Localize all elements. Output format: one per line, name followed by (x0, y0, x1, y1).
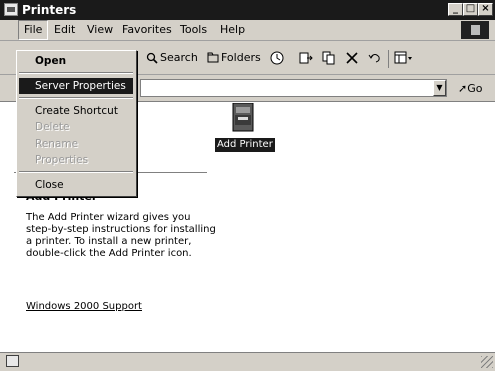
menu-separator (19, 72, 133, 74)
menu-favorites[interactable]: Favorites (117, 20, 177, 40)
menu-separator (19, 97, 133, 99)
go-arrow-icon: ➚ (458, 82, 468, 95)
status-bar (0, 352, 495, 371)
close-window-button[interactable]: × (478, 3, 493, 16)
folders-button[interactable]: Folders (207, 50, 261, 66)
menu-properties: Properties (35, 154, 89, 166)
status-printer-icon (6, 355, 19, 367)
go-button[interactable]: ➚Go (458, 81, 482, 97)
menu-tools[interactable]: Tools (175, 20, 212, 40)
menu-rename: Rename (35, 138, 79, 150)
menu-server-properties[interactable]: Server Properties (19, 78, 133, 94)
search-label: Search (160, 51, 198, 64)
move-to-icon[interactable] (299, 51, 313, 68)
menu-bar: File Edit View Favorites Tools Help (0, 20, 495, 41)
windows-support-link[interactable]: Windows 2000 Support (26, 301, 142, 312)
add-printer-icon[interactable] (232, 102, 254, 133)
go-label: Go (467, 82, 483, 95)
maximize-button[interactable]: □ (463, 3, 478, 16)
menu-close[interactable]: Close (19, 177, 133, 193)
menu-help[interactable]: Help (215, 20, 250, 40)
windows-logo-icon (461, 21, 489, 39)
history-icon[interactable] (270, 51, 284, 68)
menu-delete: Delete (35, 121, 70, 133)
menu-file[interactable]: File (18, 20, 49, 40)
search-icon (146, 52, 158, 64)
address-input[interactable] (140, 79, 447, 97)
minimize-button[interactable]: _ (448, 3, 463, 16)
printers-folder-icon (4, 3, 18, 16)
add-printer-label[interactable]: Add Printer (215, 138, 275, 152)
copy-to-icon[interactable] (322, 51, 336, 68)
title-bar[interactable]: Printers _ □ × (0, 0, 495, 20)
window-title: Printers (22, 3, 77, 17)
delete-icon[interactable] (345, 51, 359, 68)
folders-icon (207, 52, 219, 64)
undo-icon[interactable] (368, 51, 382, 68)
menu-edit[interactable]: Edit (49, 20, 80, 40)
search-button[interactable]: Search (146, 50, 198, 66)
menu-view[interactable]: View (82, 20, 118, 40)
address-dropdown-button[interactable]: ▼ (433, 80, 446, 96)
menu-separator (19, 171, 133, 173)
views-icon[interactable] (394, 51, 414, 68)
menu-create-shortcut[interactable]: Create Shortcut (19, 103, 133, 119)
file-menu-dropdown: Open Server Properties Create Shortcut D… (16, 50, 137, 197)
resize-grip[interactable] (481, 356, 493, 368)
info-description: The Add Printer wizard gives you step-by… (26, 212, 216, 259)
menu-open[interactable]: Open (19, 53, 133, 69)
folders-label: Folders (221, 51, 261, 64)
